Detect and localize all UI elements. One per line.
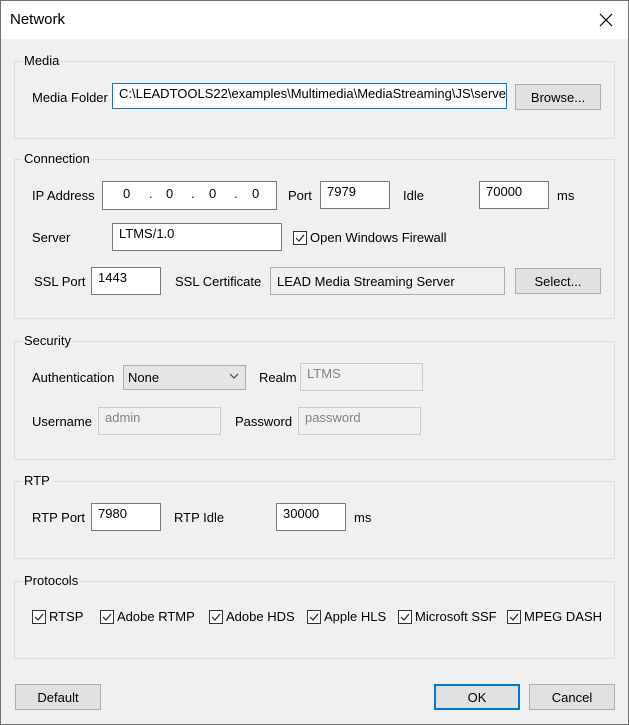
protocol-label: Adobe RTMP bbox=[117, 609, 195, 624]
authentication-label: Authentication bbox=[32, 370, 115, 385]
default-button[interactable]: Default bbox=[15, 684, 101, 710]
checkmark-icon bbox=[34, 613, 44, 621]
ip-octet-1[interactable]: 0 bbox=[123, 186, 130, 201]
port-input[interactable]: 7979 bbox=[320, 181, 390, 209]
protocol-adobe-rtmp-checkbox[interactable]: Adobe RTMP bbox=[100, 609, 195, 624]
protocol-adobe-hds-checkbox[interactable]: Adobe HDS bbox=[209, 609, 295, 624]
protocol-mpeg-dash-checkbox[interactable]: MPEG DASH bbox=[507, 609, 602, 624]
checkmark-icon bbox=[295, 234, 305, 242]
open-firewall-label: Open Windows Firewall bbox=[310, 230, 447, 245]
protocol-label: Adobe HDS bbox=[226, 609, 295, 624]
ssl-port-input[interactable]: 1443 bbox=[91, 267, 161, 295]
protocol-label: Microsoft SSF bbox=[415, 609, 497, 624]
protocol-label: Apple HLS bbox=[324, 609, 387, 624]
ip-octet-3[interactable]: 0 bbox=[209, 186, 216, 201]
checkmark-icon bbox=[102, 613, 112, 621]
dialog-title: Network bbox=[10, 11, 66, 28]
idle-unit-label: ms bbox=[557, 188, 575, 203]
ssl-certificate-field: LEAD Media Streaming Server bbox=[270, 267, 505, 295]
protocol-label: RTSP bbox=[49, 609, 84, 624]
realm-input: LTMS bbox=[300, 363, 423, 391]
title-bar: Network bbox=[1, 1, 628, 39]
checkbox-box[interactable] bbox=[100, 609, 114, 624]
connection-group-label: Connection bbox=[22, 151, 92, 166]
rtp-idle-label: RTP Idle bbox=[174, 510, 225, 525]
media-folder-label: Media Folder bbox=[32, 90, 108, 105]
authentication-value: None bbox=[128, 370, 160, 385]
password-label: Password bbox=[235, 414, 293, 429]
protocol-label: MPEG DASH bbox=[524, 609, 603, 624]
checkbox-box[interactable] bbox=[398, 609, 412, 624]
media-folder-input[interactable]: C:\LEADTOOLS22\examples\Multimedia\Media… bbox=[112, 83, 507, 109]
rtp-port-input[interactable]: 7980 bbox=[91, 503, 161, 531]
checkmark-icon bbox=[400, 613, 410, 621]
close-button[interactable] bbox=[584, 1, 628, 39]
ip-octet-2[interactable]: 0 bbox=[166, 186, 173, 201]
rtp-idle-input[interactable]: 30000 bbox=[276, 503, 346, 531]
security-group-label: Security bbox=[22, 333, 73, 348]
checkmark-icon bbox=[309, 613, 319, 621]
protocol-apple-hls-checkbox[interactable]: Apple HLS bbox=[307, 609, 386, 624]
rtp-idle-unit-label: ms bbox=[354, 510, 372, 525]
protocols-group-label: Protocols bbox=[22, 573, 81, 588]
checkmark-icon bbox=[211, 613, 221, 621]
checkbox-box[interactable] bbox=[507, 609, 521, 624]
checkbox-box[interactable] bbox=[209, 609, 223, 624]
ip-address-label: IP Address bbox=[32, 188, 95, 203]
rtp-group-label: RTP bbox=[22, 473, 52, 488]
security-group: Security bbox=[14, 334, 615, 460]
realm-label: Realm bbox=[259, 370, 297, 385]
ip-separator: . bbox=[234, 186, 238, 201]
password-input: password bbox=[298, 407, 421, 435]
ip-separator: . bbox=[191, 186, 195, 201]
checkmark-icon bbox=[509, 613, 519, 621]
ssl-port-label: SSL Port bbox=[34, 274, 86, 289]
network-dialog: Network Media Media Folder C:\LEADTOOLS2… bbox=[0, 0, 629, 725]
rtp-port-label: RTP Port bbox=[32, 510, 85, 525]
port-label: Port bbox=[288, 188, 312, 203]
username-label: Username bbox=[32, 414, 92, 429]
ip-separator: . bbox=[149, 186, 153, 201]
ok-button[interactable]: OK bbox=[434, 684, 520, 710]
checkbox-box[interactable] bbox=[307, 609, 321, 624]
open-firewall-checkbox[interactable]: Open Windows Firewall bbox=[293, 230, 447, 245]
checkbox-box[interactable] bbox=[293, 230, 307, 245]
chevron-down-icon bbox=[229, 373, 239, 379]
authentication-dropdown[interactable]: None bbox=[123, 365, 246, 390]
protocol-microsoft-ssf-checkbox[interactable]: Microsoft SSF bbox=[398, 609, 497, 624]
checkbox-box[interactable] bbox=[32, 609, 46, 624]
media-group-label: Media bbox=[22, 53, 62, 68]
browse-button[interactable]: Browse... bbox=[515, 84, 601, 110]
idle-label: Idle bbox=[403, 188, 424, 203]
server-input[interactable]: LTMS/1.0 bbox=[112, 223, 282, 251]
idle-input[interactable]: 70000 bbox=[479, 181, 549, 209]
ip-octet-4[interactable]: 0 bbox=[252, 186, 259, 201]
cancel-button[interactable]: Cancel bbox=[529, 684, 615, 710]
close-icon bbox=[599, 13, 613, 27]
server-label: Server bbox=[32, 230, 71, 245]
ssl-certificate-label: SSL Certificate bbox=[175, 274, 262, 289]
ip-address-input[interactable]: 0 . 0 . 0 . 0 bbox=[102, 181, 277, 210]
username-input: admin bbox=[98, 407, 221, 435]
select-certificate-button[interactable]: Select... bbox=[515, 268, 601, 294]
protocol-rtsp-checkbox[interactable]: RTSP bbox=[32, 609, 83, 624]
